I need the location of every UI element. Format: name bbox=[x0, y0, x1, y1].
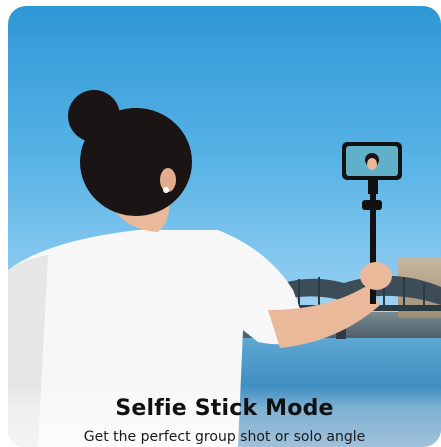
banner-title: Selfie Stick Mode bbox=[115, 396, 334, 421]
product-banner-card: Selfie Stick Mode Get the perfect group … bbox=[8, 6, 441, 447]
selfie-stick-with-phone bbox=[342, 142, 402, 304]
banner-subtitle: Get the perfect group shot or solo angle bbox=[83, 429, 366, 445]
